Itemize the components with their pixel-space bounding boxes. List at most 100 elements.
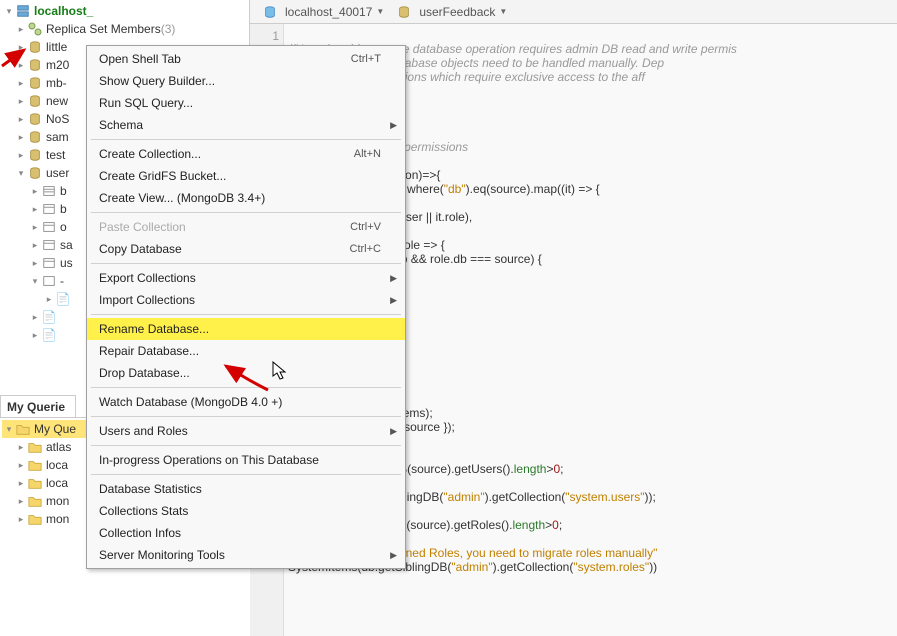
database-icon <box>27 57 43 73</box>
expand-icon: ▸ <box>16 132 26 142</box>
folder-icon <box>27 475 43 491</box>
submenu-arrow-icon: ▶ <box>390 426 397 437</box>
folder-label: loca <box>46 476 68 490</box>
expand-icon: ▸ <box>16 60 26 70</box>
server-label: localhost_ <box>34 4 93 18</box>
editor-db-selector[interactable]: userFeedback ▼ <box>396 4 507 20</box>
coll-label: o <box>60 220 67 234</box>
database-context-menu: Open Shell TabCtrl+T Show Query Builder.… <box>86 45 406 569</box>
database-icon <box>27 75 43 91</box>
menu-run-sql[interactable]: Run SQL Query... <box>87 92 405 114</box>
submenu-arrow-icon: ▶ <box>390 120 397 131</box>
editor-server-label: localhost_40017 <box>285 5 372 19</box>
expand-icon: ▾ <box>16 168 26 178</box>
expand-icon: ▸ <box>30 258 40 268</box>
db-label: test <box>46 148 65 162</box>
folder-icon <box>27 457 43 473</box>
menu-rename-database[interactable]: Rename Database... <box>87 318 405 340</box>
folder-icon <box>27 511 43 527</box>
expand-icon: ▸ <box>16 460 26 470</box>
expand-icon: ▸ <box>16 150 26 160</box>
menu-collections-stats[interactable]: Collections Stats <box>87 500 405 522</box>
menu-separator <box>91 445 401 446</box>
editor-breadcrumb: localhost_40017▼ userFeedback ▼ <box>250 0 897 24</box>
collection-icon <box>41 273 57 289</box>
expand-icon: ▸ <box>30 312 40 322</box>
menu-inprogress-ops[interactable]: In-progress Operations on This Database <box>87 449 405 471</box>
server-node[interactable]: ▾ localhost_ <box>2 2 249 20</box>
collection-icon <box>41 219 57 235</box>
menu-collection-infos[interactable]: Collection Infos <box>87 522 405 544</box>
database-icon <box>27 111 43 127</box>
folder-label: mon <box>46 494 69 508</box>
folder-icon <box>15 421 31 437</box>
coll-label: b <box>60 202 67 216</box>
db-label: m20 <box>46 58 69 72</box>
expand-icon: ▾ <box>30 276 40 286</box>
database-icon <box>27 93 43 109</box>
server-icon <box>15 3 31 19</box>
db-label: user <box>46 166 69 180</box>
folder-icon <box>27 493 43 509</box>
database-icon <box>27 147 43 163</box>
database-icon <box>27 39 43 55</box>
menu-watch-database[interactable]: Watch Database (MongoDB 4.0 +) <box>87 391 405 413</box>
menu-db-statistics[interactable]: Database Statistics <box>87 478 405 500</box>
menu-separator <box>91 212 401 213</box>
expand-icon: ▾ <box>4 424 14 434</box>
line-number: 1 <box>250 28 279 44</box>
expand-icon: ▸ <box>30 222 40 232</box>
expand-icon: ▸ <box>16 442 26 452</box>
menu-show-query-builder[interactable]: Show Query Builder... <box>87 70 405 92</box>
menu-separator <box>91 314 401 315</box>
server-icon <box>262 4 278 20</box>
database-icon <box>27 165 43 181</box>
editor-server-selector[interactable]: localhost_40017▼ <box>262 4 384 20</box>
menu-schema[interactable]: Schema▶ <box>87 114 405 136</box>
my-queries-tab[interactable]: My Querie <box>0 395 76 417</box>
folder-label: atlas <box>46 440 71 454</box>
coll-label: us <box>60 256 73 270</box>
expand-icon: ▸ <box>30 186 40 196</box>
menu-separator <box>91 474 401 475</box>
expand-icon: ▸ <box>16 24 26 34</box>
menu-server-monitoring[interactable]: Server Monitoring Tools▶ <box>87 544 405 566</box>
collection-icon <box>41 183 57 199</box>
replica-set-node[interactable]: ▸ Replica Set Members (3) <box>2 20 249 38</box>
database-icon <box>27 129 43 145</box>
menu-open-shell[interactable]: Open Shell TabCtrl+T <box>87 48 405 70</box>
menu-import-collections[interactable]: Import Collections▶ <box>87 289 405 311</box>
menu-copy-database[interactable]: Copy DatabaseCtrl+C <box>87 238 405 260</box>
menu-create-gridfs[interactable]: Create GridFS Bucket... <box>87 165 405 187</box>
expand-icon: ▾ <box>4 6 14 16</box>
db-label: sam <box>46 130 69 144</box>
db-label: new <box>46 94 68 108</box>
menu-paste-collection: Paste CollectionCtrl+V <box>87 216 405 238</box>
menu-repair-database[interactable]: Repair Database... <box>87 340 405 362</box>
menu-separator <box>91 139 401 140</box>
sub-icon: 📄 <box>55 291 71 307</box>
coll-label: b <box>60 184 67 198</box>
expand-icon: ▸ <box>16 42 26 52</box>
expand-icon: ▸ <box>16 496 26 506</box>
menu-create-collection[interactable]: Create Collection...Alt+N <box>87 143 405 165</box>
expand-icon: ▸ <box>30 330 40 340</box>
expand-icon: ▸ <box>16 96 26 106</box>
sub-icon: 📄 <box>41 309 57 325</box>
collection-icon <box>41 201 57 217</box>
menu-create-view[interactable]: Create View... (MongoDB 3.4+) <box>87 187 405 209</box>
expand-icon: ▸ <box>30 240 40 250</box>
menu-export-collections[interactable]: Export Collections▶ <box>87 267 405 289</box>
submenu-arrow-icon: ▶ <box>390 273 397 284</box>
expand-icon: ▸ <box>30 204 40 214</box>
menu-separator <box>91 263 401 264</box>
editor-db-label: userFeedback <box>419 5 495 19</box>
menu-drop-database[interactable]: Drop Database... <box>87 362 405 384</box>
folder-label: My Que <box>34 422 76 436</box>
dropdown-icon: ▼ <box>499 7 507 16</box>
expand-icon: ▸ <box>16 514 26 524</box>
menu-users-roles[interactable]: Users and Roles▶ <box>87 420 405 442</box>
replica-count: (3) <box>161 22 176 36</box>
menu-separator <box>91 416 401 417</box>
database-icon <box>396 4 412 20</box>
